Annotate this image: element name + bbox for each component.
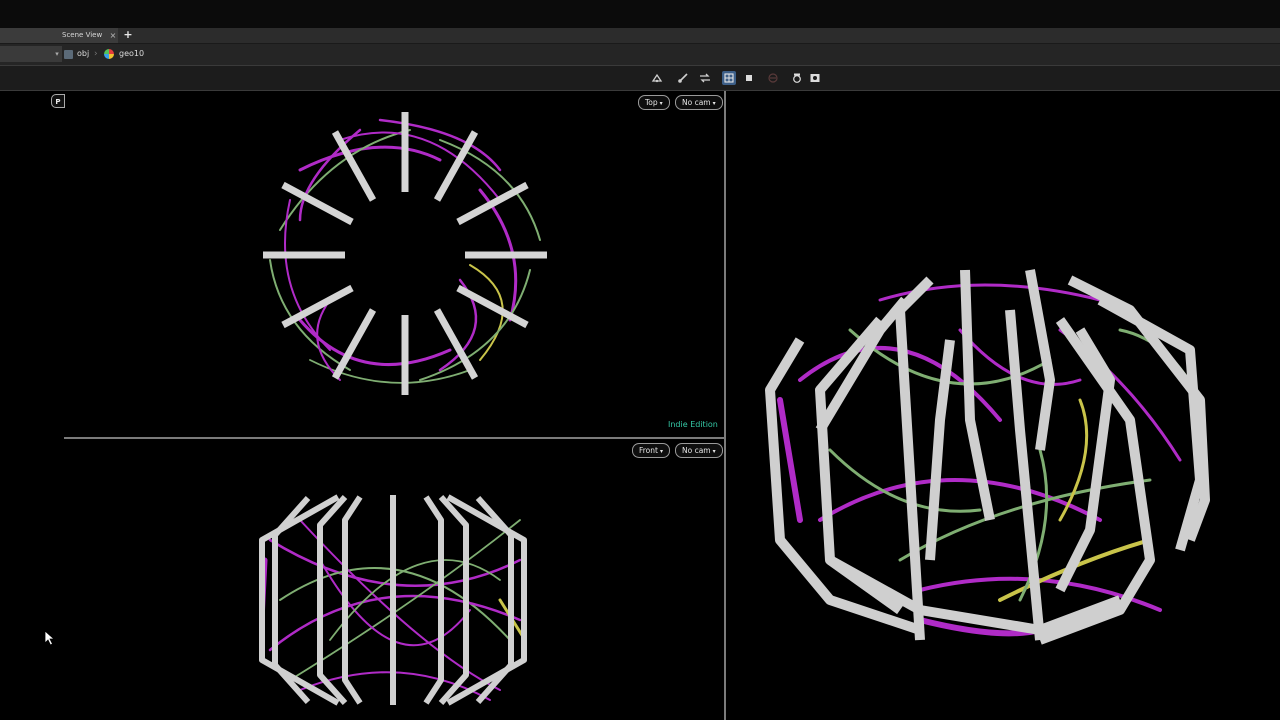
path-separator: › (94, 49, 98, 59)
disabled-icon[interactable] (766, 71, 780, 85)
pane-tab-bar (0, 28, 1280, 44)
path-item-geo10[interactable]: geo10 (119, 46, 144, 62)
perspective-viewport-geometry[interactable] (726, 91, 1280, 720)
mouse-cursor-icon (44, 630, 56, 646)
camera-menu-front[interactable]: No cam ▾ (675, 443, 723, 458)
camera-label: No cam (682, 98, 711, 107)
title-strip (0, 0, 1280, 28)
top-viewport-geometry[interactable] (64, 91, 724, 437)
chevron-down-icon: ▾ (712, 448, 716, 455)
object-network-icon (64, 50, 73, 59)
network-path-bar (0, 44, 1280, 66)
view-menu-front[interactable]: Front ▾ (632, 443, 670, 458)
screenshot-icon[interactable] (808, 71, 822, 85)
camera-icon[interactable] (790, 71, 804, 85)
camera-menu-top[interactable]: No cam ▾ (675, 95, 723, 110)
geometry-node-icon (104, 49, 114, 59)
tab-close-button[interactable]: × (108, 28, 118, 43)
view-label: Front (639, 446, 658, 455)
wireframe-shading-icon[interactable] (722, 71, 736, 85)
chevron-down-icon: ▾ (712, 100, 716, 107)
chevron-down-icon: ▾ (659, 100, 663, 107)
chevron-down-icon: ▾ (659, 448, 663, 455)
view-label: Top (645, 98, 658, 107)
edition-watermark: Indie Edition (668, 420, 718, 429)
camera-label: No cam (682, 446, 711, 455)
path-item-obj[interactable]: obj (77, 46, 89, 62)
snap-icon[interactable] (676, 71, 690, 85)
front-viewport-geometry[interactable] (64, 439, 724, 720)
left-panel-edge (0, 91, 64, 720)
display-options-icon[interactable] (650, 71, 664, 85)
pane-badge[interactable]: P (51, 94, 65, 108)
link-icon[interactable] (698, 71, 712, 85)
ghost-icon[interactable] (742, 71, 756, 85)
tab-scene-view[interactable]: Scene View (0, 28, 118, 43)
add-tab-button[interactable]: + (122, 28, 134, 43)
viewer-toolbar (0, 66, 1280, 91)
chevron-down-icon[interactable]: ▾ (52, 46, 62, 62)
view-menu-top[interactable]: Top ▾ (638, 95, 670, 110)
